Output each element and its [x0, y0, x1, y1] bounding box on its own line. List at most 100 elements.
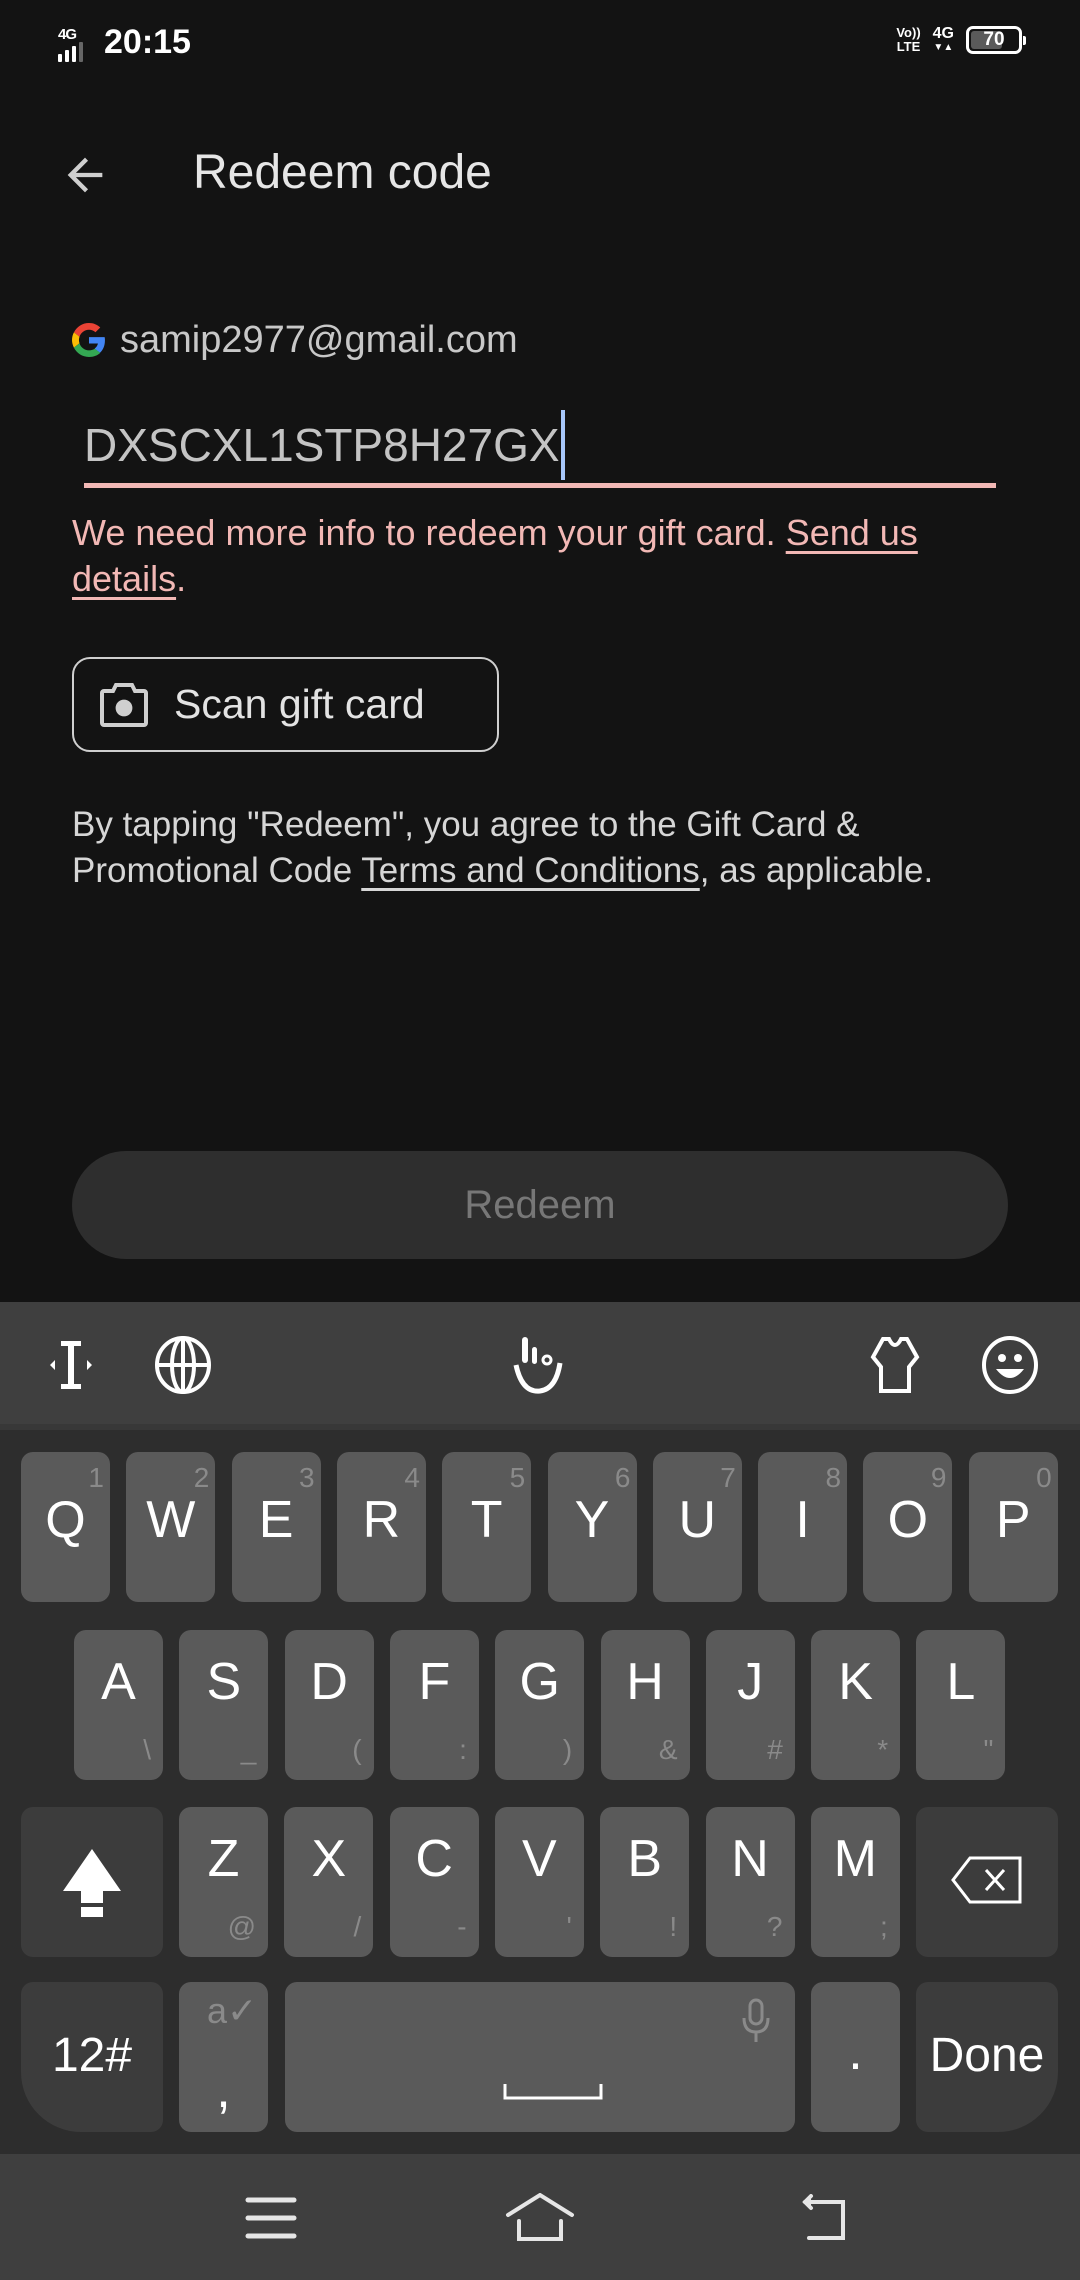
key-label: S: [206, 1653, 242, 1711]
key-z[interactable]: @ Z: [179, 1807, 268, 1957]
redeem-button[interactable]: Redeem: [72, 1151, 1008, 1259]
back-icon: [802, 2194, 845, 2240]
key-label: G: [519, 1653, 560, 1711]
key-h[interactable]: & H: [600, 1630, 690, 1780]
comma-key[interactable]: a✓ ,: [179, 1982, 268, 2132]
key-label: K: [838, 1653, 873, 1711]
key-g[interactable]: ) G: [495, 1630, 585, 1780]
battery-icon: 70: [966, 26, 1026, 54]
account-row: samip2977@gmail.com: [72, 318, 518, 362]
key-hint: *: [877, 1734, 889, 1765]
key-m[interactable]: ; M: [810, 1807, 900, 1957]
key-hint: !: [669, 1911, 678, 1942]
key-w[interactable]: 2W: [126, 1452, 216, 1602]
text-cursor: [560, 410, 565, 480]
key-label: C: [415, 1830, 453, 1888]
symbols-key[interactable]: 12#: [21, 1982, 163, 2132]
key-hint: #: [767, 1734, 783, 1765]
key-label: I: [795, 1491, 810, 1549]
page-title: Redeem code: [193, 146, 492, 199]
key-d[interactable]: (D: [284, 1630, 374, 1780]
key-label: N: [731, 1830, 769, 1888]
cursor-move-icon[interactable]: [38, 1332, 104, 1398]
cell-signal-icon: 4G: [58, 26, 92, 62]
key-label: E: [258, 1491, 294, 1549]
touchpal-logo-icon[interactable]: [507, 1332, 573, 1398]
key-k[interactable]: * K: [811, 1630, 901, 1780]
redeem-code-input[interactable]: DXSCXL1STP8H27GX: [84, 400, 996, 488]
key-f[interactable]: :F: [389, 1630, 479, 1780]
google-g-icon: [72, 323, 105, 357]
menu-icon: [245, 2197, 297, 2239]
key-label: F: [418, 1653, 451, 1711]
key-hint: ?: [766, 1911, 783, 1942]
key-i[interactable]: 8I: [758, 1452, 848, 1602]
key-s[interactable]: _ S: [179, 1630, 269, 1780]
key-label: Y: [574, 1491, 610, 1549]
key-y[interactable]: 6Y: [547, 1452, 637, 1602]
key-hint: -: [457, 1911, 467, 1942]
space-key[interactable]: [285, 1982, 795, 2132]
key-r[interactable]: 4R: [336, 1452, 426, 1602]
key-hint: &: [658, 1734, 678, 1765]
key-n[interactable]: ? N: [705, 1807, 795, 1957]
key-v[interactable]: ' V: [494, 1807, 584, 1957]
key-j[interactable]: # J: [705, 1630, 795, 1780]
scan-gift-card-button[interactable]: Scan gift card: [72, 657, 499, 752]
terms-and-conditions-link[interactable]: Terms and Conditions: [361, 851, 700, 890]
backspace-key[interactable]: [916, 1807, 1058, 1957]
key-p[interactable]: 0P: [968, 1452, 1058, 1602]
key-hint: ): [562, 1734, 573, 1765]
globe-icon[interactable]: [150, 1332, 216, 1398]
key-q[interactable]: 1Q: [21, 1452, 110, 1602]
home-button[interactable]: [505, 2188, 575, 2248]
key-label: Z: [207, 1830, 240, 1888]
autocorrect-hint-icon: a✓: [207, 1990, 258, 2031]
theme-shirt-icon[interactable]: [862, 1332, 928, 1398]
key-b[interactable]: ! B: [600, 1807, 690, 1957]
key-label: L: [946, 1653, 976, 1711]
key-label: A: [101, 1653, 136, 1711]
key-hint: \: [143, 1734, 151, 1765]
backspace-icon: [951, 1856, 1022, 1904]
done-key[interactable]: Done: [916, 1982, 1058, 2132]
key-u[interactable]: 7U: [652, 1452, 742, 1602]
network-type: 4G: [58, 26, 77, 43]
back-nav-button[interactable]: [790, 2188, 860, 2248]
status-bar: 4G 20:15 Vo)) LTE 4G ▼▲ 70: [0, 0, 1080, 90]
key-hint: ;: [880, 1911, 888, 1942]
error-message: We need more info to redeem your gift ca…: [72, 512, 918, 599]
key-hint: @: [227, 1911, 256, 1942]
period-key[interactable]: .: [811, 1982, 900, 2132]
code-input-value: DXSCXL1STP8H27GX: [84, 419, 560, 471]
scan-gift-card-label: Scan gift card: [174, 681, 425, 727]
key-label: P: [995, 1491, 1031, 1549]
key-label: H: [626, 1653, 664, 1711]
back-button[interactable]: [50, 140, 120, 210]
emoji-icon[interactable]: [977, 1332, 1043, 1398]
key-e[interactable]: 3E: [231, 1452, 321, 1602]
key-a[interactable]: \ A: [74, 1630, 163, 1780]
key-label: D: [310, 1653, 348, 1711]
clock: 20:15: [104, 23, 191, 61]
space-bar-icon: [503, 2084, 603, 2100]
terms-text: By tapping "Redeem", you agree to the Gi…: [72, 805, 934, 890]
mobile-data-icon: 4G ▼▲: [932, 25, 954, 54]
volte-icon: Vo)) LTE: [896, 25, 921, 54]
microphone-icon: [742, 1998, 770, 2042]
key-hint: :: [459, 1734, 467, 1765]
key-l[interactable]: " L: [916, 1630, 1006, 1780]
key-o[interactable]: 9O: [863, 1452, 953, 1602]
key-label: M: [833, 1830, 877, 1888]
shift-key[interactable]: [21, 1807, 163, 1957]
account-email: samip2977@gmail.com: [120, 319, 518, 361]
key-label: R: [362, 1491, 401, 1549]
key-label: J: [737, 1653, 764, 1711]
system-navigation-bar: [0, 2154, 1080, 2280]
key-x[interactable]: / X: [284, 1807, 374, 1957]
key-c[interactable]: -C: [389, 1807, 479, 1957]
key-hint: ': [566, 1911, 572, 1942]
key-t[interactable]: 5T: [442, 1452, 532, 1602]
recent-apps-button[interactable]: [236, 2188, 306, 2248]
key-label: Q: [45, 1491, 86, 1549]
